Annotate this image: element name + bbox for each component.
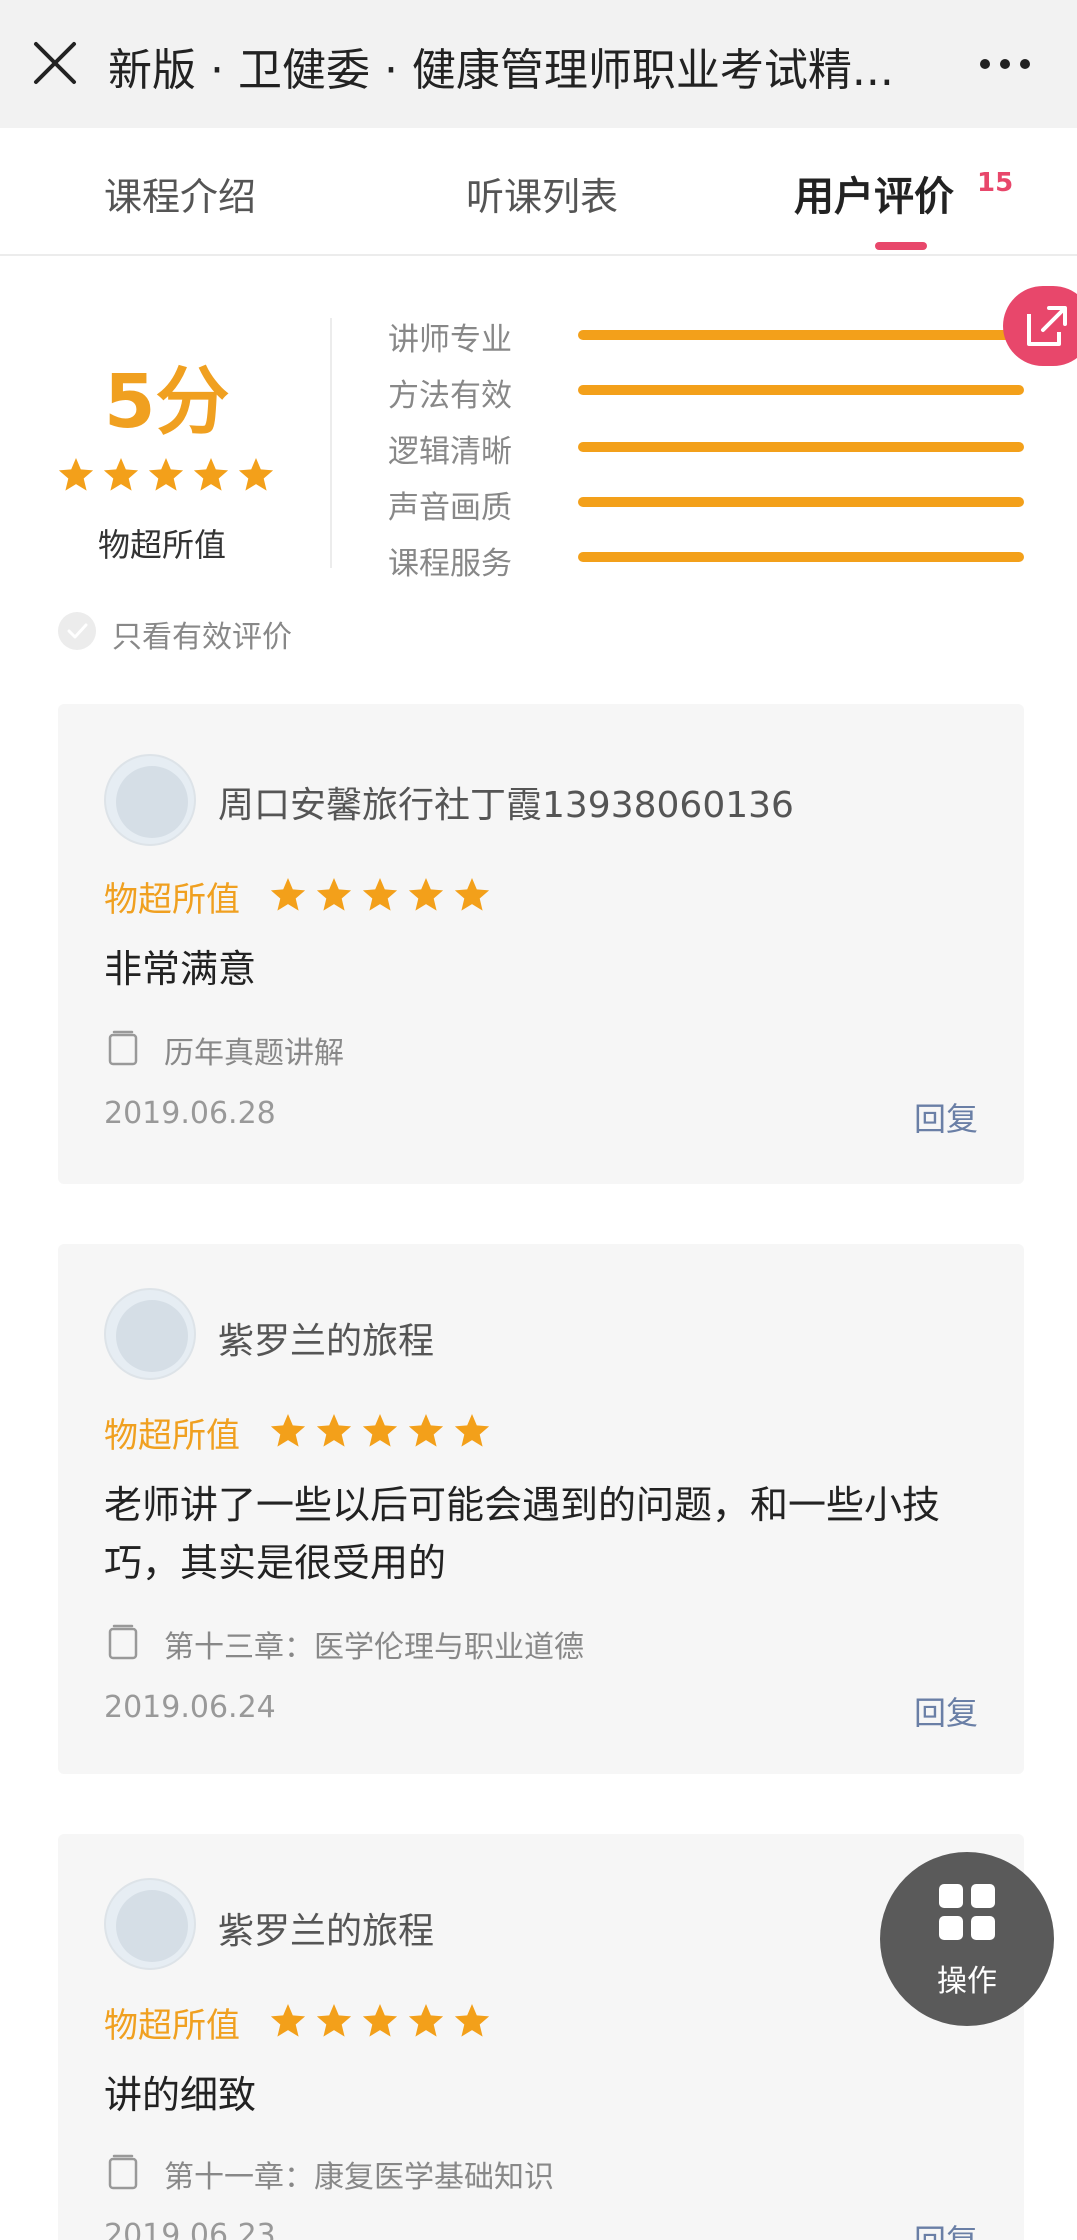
star-icon (362, 1414, 398, 1447)
dimension-bar (578, 385, 1024, 395)
dimension-bar (578, 442, 1024, 452)
tab-course-intro[interactable]: 课程介绍 (104, 166, 256, 221)
check-icon (67, 623, 88, 639)
star-icon (270, 878, 306, 911)
tab-user-reviews[interactable]: 用户评价 (794, 164, 954, 222)
dimension-label: 逻辑清晰 (388, 434, 512, 470)
review-date: 2019.06.24 (104, 1690, 276, 1725)
reply-button[interactable]: 回复 (914, 2216, 978, 2240)
lesson-icon (108, 1030, 138, 1066)
star-icon (148, 458, 184, 491)
reply-button[interactable]: 回复 (914, 1688, 978, 1734)
star-icon (270, 2004, 306, 2037)
review-comment: 讲的细致 (104, 2073, 257, 2117)
review-card: 周口安馨旅行社丁霞13938060136 物超所值 非常满意 历年真题讲解 20… (58, 704, 1024, 1184)
star-icon (362, 878, 398, 911)
star-icon (454, 878, 490, 911)
star-icon (316, 1414, 352, 1447)
star-icon (362, 2004, 398, 2037)
review-lesson[interactable]: 第十一章：康复医学基础知识 (164, 2152, 554, 2196)
dimension-bar (578, 552, 1024, 562)
summary-stars (58, 458, 274, 491)
review-username[interactable]: 紫罗兰的旅程 (218, 1312, 434, 1364)
review-card: 紫罗兰的旅程 物超所值 老师讲了一些以后可能会遇到的问题，和一些小技巧，其实是很… (58, 1244, 1024, 1774)
operations-label: 操作 (937, 1964, 997, 1999)
review-stars (270, 878, 490, 911)
avatar[interactable] (104, 754, 196, 846)
star-icon (193, 458, 229, 491)
star-icon (316, 878, 352, 911)
dimension-label: 讲师专业 (388, 322, 512, 358)
star-icon (270, 1414, 306, 1447)
review-rating-text: 物超所值 (104, 2006, 240, 2046)
dimension-label: 课程服务 (388, 546, 512, 582)
review-date: 2019.06.23 (104, 2218, 276, 2240)
review-comment: 老师讲了一些以后可能会遇到的问题，和一些小技巧，其实是很受用的 (104, 1483, 941, 1585)
reply-button[interactable]: 回复 (914, 1094, 978, 1140)
close-icon[interactable] (30, 38, 80, 88)
star-icon (408, 878, 444, 911)
share-icon (1027, 306, 1067, 346)
star-icon (454, 1414, 490, 1447)
review-username[interactable]: 紫罗兰的旅程 (218, 1902, 434, 1954)
overall-score: 5分 (104, 359, 230, 445)
star-icon (103, 458, 139, 491)
avatar[interactable] (104, 1288, 196, 1380)
dimension-bar (578, 330, 1024, 340)
active-tab-indicator (875, 242, 927, 250)
star-icon (238, 458, 274, 491)
page-title: 新版 · 卫健委 · 健康管理师职业考试精... (108, 45, 894, 96)
divider (330, 318, 332, 568)
star-icon (408, 2004, 444, 2037)
review-comment: 非常满意 (104, 947, 257, 991)
avatar[interactable] (104, 1878, 196, 1970)
review-card: 紫罗兰的旅程 物超所值 讲的细致 第十一章：康复医学基础知识 2019.06.2… (58, 1834, 1024, 2240)
review-lesson[interactable]: 第十三章：医学伦理与职业道德 (164, 1622, 584, 1666)
review-stars (270, 1414, 490, 1447)
operations-button[interactable]: 操作 (880, 1852, 1054, 2026)
grid-icon (939, 1884, 995, 1940)
review-username[interactable]: 周口安馨旅行社丁霞13938060136 (218, 776, 794, 828)
dimension-bar (578, 497, 1024, 507)
filter-checkbox[interactable] (58, 612, 96, 650)
dimension-label: 声音画质 (388, 490, 512, 526)
star-icon (408, 1414, 444, 1447)
dimension-label: 方法有效 (388, 378, 512, 414)
star-icon (454, 2004, 490, 2037)
star-icon (58, 458, 94, 491)
share-button[interactable] (1003, 286, 1077, 366)
summary-label: 物超所值 (98, 526, 227, 564)
review-rating-text: 物超所值 (104, 1416, 240, 1456)
more-options-icon[interactable] (975, 44, 1035, 84)
filter-label: 只看有效评价 (112, 620, 292, 655)
review-date: 2019.06.28 (104, 1096, 276, 1131)
lesson-icon (108, 2154, 138, 2190)
review-lesson[interactable]: 历年真题讲解 (164, 1028, 344, 1072)
title-bar: 新版 · 卫健委 · 健康管理师职业考试精... (0, 0, 1077, 128)
tab-bar: 课程介绍 听课列表 用户评价 15 (0, 128, 1077, 256)
star-icon (316, 2004, 352, 2037)
review-stars (270, 2004, 490, 2037)
review-rating-text: 物超所值 (104, 880, 240, 920)
review-count-badge: 15 (977, 168, 1014, 198)
lesson-icon (108, 1624, 138, 1660)
tab-lesson-list[interactable]: 听课列表 (466, 166, 618, 221)
